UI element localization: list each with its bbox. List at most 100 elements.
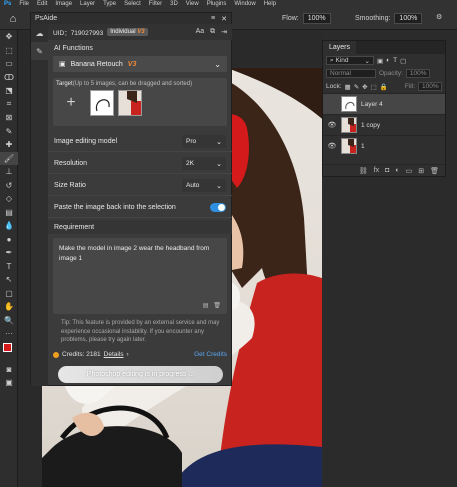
rectangle-tool-icon[interactable]: ▢ — [0, 287, 18, 301]
eye-icon[interactable]: 👁 — [327, 121, 337, 129]
flow-control[interactable]: Flow: 100% — [282, 13, 331, 24]
lock-all-icon[interactable]: 🔒 — [380, 83, 388, 91]
layers-tab[interactable]: Layers — [323, 41, 357, 54]
lock-paint-icon[interactable]: ✎ — [354, 83, 359, 91]
menu-file[interactable]: File — [19, 1, 29, 7]
screen-mode-icon[interactable]: ▣ — [0, 376, 18, 390]
path-select-icon[interactable]: ↖ — [0, 273, 18, 287]
lock-move-icon[interactable]: ✥ — [362, 83, 367, 91]
layer-item[interactable]: Layer 4 — [323, 93, 445, 114]
eyedropper-tool-icon[interactable]: ✎ — [0, 125, 18, 139]
brush-tool-icon[interactable]: 🖌 — [0, 151, 18, 165]
lock-artboard-icon[interactable]: ⬚ — [371, 83, 377, 91]
plan-name: Individual — [110, 29, 136, 35]
progress-button[interactable]: Photoshop editing is in progress ... — [58, 366, 223, 383]
details-link[interactable]: Details — [104, 351, 124, 358]
type-tool-icon[interactable]: T — [0, 260, 18, 274]
menu-layer[interactable]: Layer — [80, 1, 95, 7]
logout-icon[interactable]: ⇥ — [221, 28, 227, 36]
menu-type[interactable]: Type — [103, 1, 116, 7]
function-version: V3 — [127, 60, 137, 68]
edit-pen-icon[interactable]: ✎ — [31, 42, 48, 60]
lock-pixels-icon[interactable]: ▦ — [345, 83, 351, 91]
menu-3d[interactable]: 3D — [170, 1, 178, 7]
opacity-label: Opacity: — [379, 70, 403, 77]
tip-text: Tip: This feature is provided by an exte… — [61, 320, 220, 343]
adjustment-icon[interactable]: ◐ — [395, 167, 399, 174]
copy-icon[interactable]: ⧉ — [210, 28, 215, 36]
gradient-tool-icon[interactable]: ▤ — [0, 206, 18, 220]
quick-mask-icon[interactable]: ◙ — [0, 363, 18, 377]
font-size-icon[interactable]: Aa — [196, 28, 205, 36]
close-icon[interactable]: ✕ — [221, 15, 227, 23]
fill-input[interactable]: 100% — [418, 82, 442, 91]
layer-name: 1 copy — [361, 121, 381, 129]
trash-icon[interactable]: 🗑 — [213, 301, 221, 311]
filter-adjust-icon[interactable]: ◐ — [386, 57, 390, 64]
menu-help[interactable]: Help — [264, 1, 276, 7]
menu-lines-icon[interactable]: ≡ — [211, 15, 215, 23]
target-image-2[interactable] — [118, 90, 142, 116]
smoothing-control[interactable]: Smoothing: 100% — [355, 13, 423, 24]
pen-tool-icon[interactable]: ✒ — [0, 246, 18, 260]
opacity-input[interactable]: 100% — [405, 69, 430, 78]
model-select[interactable]: Pro ⌄ — [182, 135, 226, 148]
eraser-tool-icon[interactable]: ◇ — [0, 192, 18, 206]
menu-edit[interactable]: Edit — [37, 1, 47, 7]
chevron-down-icon: ⌄ — [214, 59, 221, 69]
history-brush-icon[interactable]: ↺ — [0, 179, 18, 193]
home-icon[interactable]: ⌂ — [4, 10, 22, 28]
size-ratio-select[interactable]: Auto ⌄ — [182, 179, 226, 192]
move-tool-icon[interactable]: ✥ — [0, 30, 18, 44]
trash-icon[interactable]: 🗑 — [430, 167, 439, 175]
stamp-tool-icon[interactable]: ⊥ — [0, 165, 18, 179]
eye-icon[interactable]: 👁 — [327, 142, 337, 150]
resolution-select[interactable]: 2K ⌄ — [182, 157, 226, 170]
history-icon[interactable]: ▤ — [203, 301, 209, 311]
menu-image[interactable]: Image — [55, 1, 72, 7]
folder-icon[interactable]: ▭ — [406, 167, 413, 175]
menu-plugins[interactable]: Plugins — [207, 1, 227, 7]
zoom-tool-icon[interactable]: 🔍 — [0, 314, 18, 328]
filter-shape-icon[interactable]: ▢ — [400, 57, 406, 65]
get-credits-link[interactable]: Get Credits — [194, 351, 227, 358]
artboard-tool-icon[interactable]: ⬚ — [0, 44, 18, 58]
cloud-icon[interactable]: ☁ — [31, 24, 48, 42]
menu-window[interactable]: Window — [234, 1, 255, 7]
object-select-icon[interactable]: ⬔ — [0, 84, 18, 98]
more-tools-icon[interactable]: ··· — [0, 327, 18, 341]
frame-tool-icon[interactable]: ⊠ — [0, 111, 18, 125]
blur-tool-icon[interactable]: 💧 — [0, 219, 18, 233]
layer-item[interactable]: 👁 1 — [323, 135, 445, 156]
link-icon[interactable]: ⛓ — [359, 167, 368, 175]
foreground-color[interactable] — [3, 342, 12, 352]
hand-tool-icon[interactable]: ✋ — [0, 300, 18, 314]
marquee-tool-icon[interactable]: ▭ — [0, 57, 18, 71]
target-image-1[interactable] — [90, 90, 114, 116]
menu-ps-logo[interactable]: Ps — [4, 1, 11, 7]
new-layer-icon[interactable]: ⊞ — [418, 167, 424, 175]
blend-mode-select[interactable]: Normal — [326, 69, 376, 78]
smoothing-input[interactable]: 100% — [394, 13, 423, 24]
kind-filter-select[interactable]: ⌕ Kind ⌄ — [326, 56, 374, 65]
dodge-tool-icon[interactable]: ● — [0, 233, 18, 247]
settings-gear-icon[interactable]: ⚙ — [436, 13, 442, 21]
ai-function-select[interactable]: ▣ Banana Retouch V3 ⌄ — [53, 56, 227, 72]
color-swatches[interactable] — [0, 341, 18, 363]
crop-tool-icon[interactable]: ⌗ — [0, 98, 18, 112]
flow-input[interactable]: 100% — [302, 13, 331, 24]
fx-icon[interactable]: fx — [374, 167, 379, 174]
paste-back-toggle[interactable] — [210, 203, 226, 212]
menu-view[interactable]: View — [186, 1, 199, 7]
lasso-tool-icon[interactable]: ↀ — [0, 71, 18, 85]
mask-icon[interactable]: ◘ — [385, 167, 389, 174]
menu-filter[interactable]: Filter — [149, 1, 162, 7]
menu-select[interactable]: Select — [124, 1, 141, 7]
add-image-button[interactable]: + — [56, 90, 86, 116]
filter-pixel-icon[interactable]: ▣ — [377, 57, 383, 65]
healing-brush-icon[interactable]: ✚ — [0, 138, 18, 152]
filter-type-icon[interactable]: T — [393, 57, 397, 64]
requirement-textarea[interactable]: Make the model in image 2 wear the headb… — [53, 238, 227, 314]
layer-item[interactable]: 👁 1 copy — [323, 114, 445, 135]
resolution-value: 2K — [186, 160, 194, 167]
